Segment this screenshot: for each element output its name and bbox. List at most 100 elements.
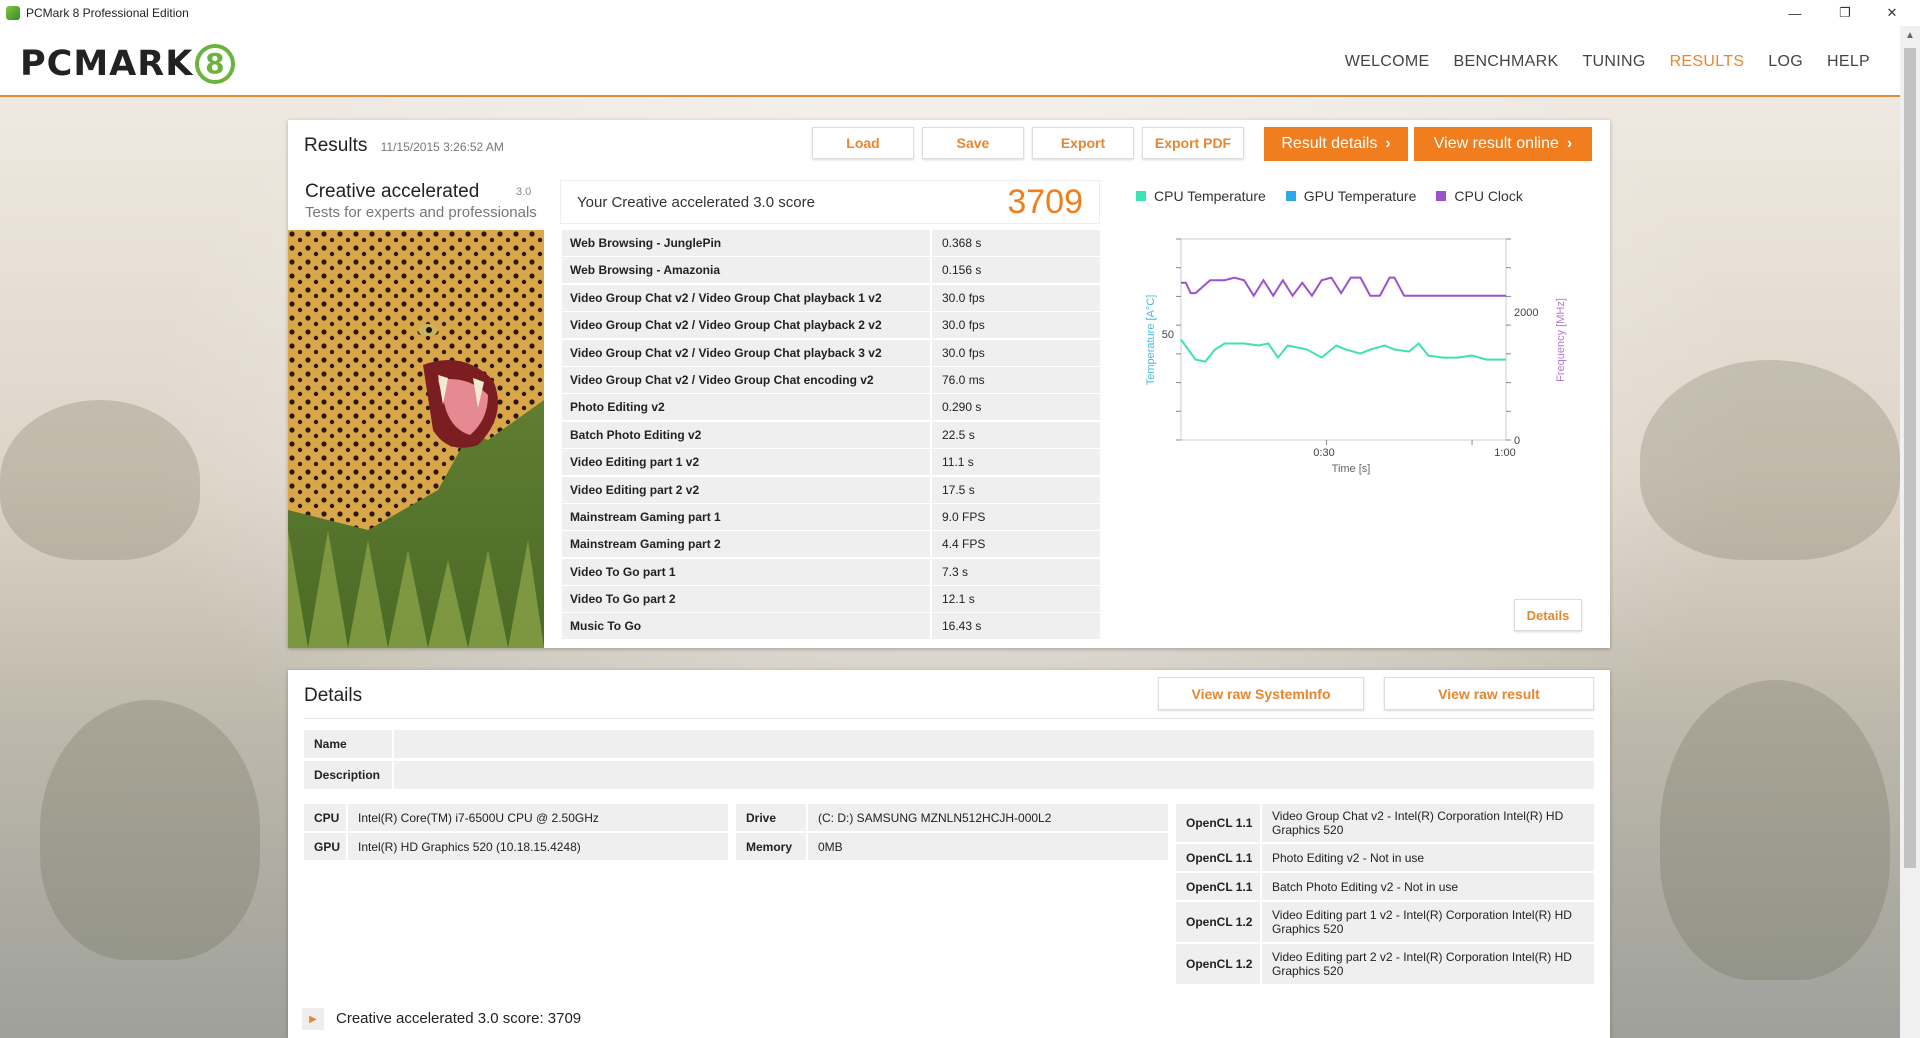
legend-gpu-temperature[interactable]: GPU Temperature <box>1285 188 1416 204</box>
results-table: Web Browsing - JunglePin 0.368 s Web Brows… <box>562 230 1100 641</box>
chart-legend: CPU Temperature GPU Temperature CPU Cloc… <box>1136 188 1543 204</box>
test-value-cell: 17.5 s <box>942 482 975 497</box>
opencl-label: OpenCL 1.1 <box>1176 873 1262 900</box>
gpu-row: GPU Intel(R) HD Graphics 520 (10.18.15.4… <box>304 833 728 860</box>
results-title-text: Results <box>304 135 368 156</box>
table-row: Video Group Chat v2 / Video Group Chat p… <box>562 339 1100 367</box>
legend-cpu-clock[interactable]: CPU Clock <box>1436 188 1523 204</box>
table-row: Video Group Chat v2 / Video Group Chat p… <box>562 312 1100 340</box>
test-value-cell: 0.156 s <box>942 263 982 278</box>
memory-row: Memory 0MB <box>736 833 1168 860</box>
y-right-tick: 0 <box>1514 435 1520 447</box>
test-value-cell: 7.3 s <box>942 564 969 579</box>
legend-cpu-temperature[interactable]: CPU Temperature <box>1136 188 1266 204</box>
view-raw-systeminfo-button[interactable]: View raw SystemInfo <box>1158 677 1364 710</box>
logo-text: PCMARK <box>20 44 194 84</box>
y-left-tick: 50 <box>1162 329 1174 341</box>
test-name-cell: Music To Go <box>562 613 932 640</box>
test-version: 3.0 <box>516 186 532 198</box>
restore-button[interactable]: ❐ <box>1822 0 1868 26</box>
opencl-row: OpenCL 1.2 Video Editing part 2 v2 - Int… <box>1176 944 1594 984</box>
table-row: Video To Go part 1 7.3 s <box>562 558 1100 586</box>
leopard-illustration <box>288 230 544 648</box>
plot-frame <box>1180 238 1507 441</box>
drive-label: Drive <box>736 804 808 831</box>
test-name-cell: Video Group Chat v2 / Video Group Chat p… <box>562 339 932 366</box>
results-timestamp: 11/15/2015 3:26:52 AM <box>380 140 504 154</box>
app-header: PCMARK 8 WELCOME BENCHMARK TUNING RESULT… <box>0 26 1900 97</box>
nav-log[interactable]: LOG <box>1768 53 1803 71</box>
opencl-row: OpenCL 1.1 Batch Photo Editing v2 - Not … <box>1176 873 1594 900</box>
chevron-right-icon: › <box>1566 135 1573 152</box>
close-icon: ✕ <box>1886 5 1898 20</box>
test-name-cell: Web Browsing - JunglePin <box>562 230 932 256</box>
nav-tuning[interactable]: TUNING <box>1582 53 1645 71</box>
y-right-tick: 2000 <box>1514 307 1538 319</box>
close-button[interactable]: ✕ <box>1872 0 1912 26</box>
nav-welcome[interactable]: WELCOME <box>1345 53 1430 71</box>
result-details-button[interactable]: Result details › <box>1264 127 1408 161</box>
view-result-online-button[interactable]: View result online › <box>1414 127 1592 161</box>
window-titlebar: PCMark 8 Professional Edition <box>0 0 1920 26</box>
test-name-cell: Video To Go part 1 <box>562 558 932 585</box>
opencl-value: Video Editing part 2 v2 - Intel(R) Corpo… <box>1272 950 1572 978</box>
description-row: Description <box>304 761 1594 789</box>
chevron-right-icon: › <box>1385 135 1391 152</box>
save-button[interactable]: Save <box>922 127 1024 159</box>
main-nav: WELCOME BENCHMARK TUNING RESULTS LOG HEL… <box>1321 26 1870 97</box>
table-row: Video Group Chat v2 / Video Group Chat e… <box>562 366 1100 394</box>
legend-label: CPU Clock <box>1454 188 1523 204</box>
background-tree <box>40 700 260 960</box>
gpu-label: GPU <box>304 833 348 860</box>
details-panel: Details View raw SystemInfo View raw res… <box>288 670 1610 1038</box>
table-row: Video Group Chat v2 / Video Group Chat p… <box>562 284 1100 312</box>
scroll-up-icon[interactable]: ▲ <box>1900 26 1920 46</box>
description-label: Description <box>304 761 394 789</box>
gpu-value: Intel(R) HD Graphics 520 (10.18.15.4248) <box>358 839 581 854</box>
background-tree <box>1640 360 1900 560</box>
score-summary[interactable]: Creative accelerated 3.0 score: 3709 <box>336 1010 581 1027</box>
memory-value: 0MB <box>818 839 843 854</box>
scrollbar-thumb[interactable] <box>1904 48 1916 868</box>
test-value-cell: 22.5 s <box>942 427 975 442</box>
y-right-axis-label: Frequency [MHz] <box>1555 298 1567 382</box>
load-button[interactable]: Load <box>812 127 914 159</box>
description-value <box>394 761 1594 789</box>
test-name-cell: Mainstream Gaming part 2 <box>562 531 932 558</box>
score-box: Your Creative accelerated 3.0 score 3709 <box>560 180 1100 224</box>
caret-right-icon: ▶ <box>309 1013 317 1025</box>
logo-mark: 8 <box>195 44 236 84</box>
test-value-cell: 30.0 fps <box>942 318 985 333</box>
test-subtitle: Tests for experts and professionals <box>305 204 537 221</box>
table-row: Music To Go 16.43 s <box>562 613 1100 641</box>
table-row: Video Editing part 2 v2 17.5 s <box>562 476 1100 504</box>
opencl-row: OpenCL 1.1 Photo Editing v2 - Not in use <box>1176 844 1594 871</box>
test-name-cell: Batch Photo Editing v2 <box>562 421 932 448</box>
name-value <box>394 730 1594 758</box>
results-title: Results 11/15/2015 3:26:52 AM <box>304 135 504 157</box>
test-value-cell: 11.1 s <box>942 455 974 470</box>
score-label: Your Creative accelerated 3.0 score <box>577 193 815 211</box>
x-axis-label: Time [s] <box>1332 463 1371 475</box>
test-name-cell: Video Group Chat v2 / Video Group Chat e… <box>562 366 932 393</box>
legend-label: CPU Temperature <box>1154 188 1266 204</box>
nav-results[interactable]: RESULTS <box>1670 53 1745 71</box>
export-button[interactable]: Export <box>1032 127 1134 159</box>
expand-toggle[interactable]: ▶ <box>302 1008 324 1030</box>
minimize-button[interactable]: — <box>1772 0 1818 26</box>
view-raw-result-button[interactable]: View raw result <box>1384 677 1594 710</box>
test-value-cell: 0.368 s <box>942 236 982 250</box>
opencl-value: Video Editing part 1 v2 - Intel(R) Corpo… <box>1272 908 1572 936</box>
export-pdf-button[interactable]: Export PDF <box>1142 127 1244 159</box>
opencl-label: OpenCL 1.2 <box>1176 944 1262 984</box>
nav-benchmark[interactable]: BENCHMARK <box>1454 53 1559 71</box>
opencl-value: Video Group Chat v2 - Intel(R) Corporati… <box>1272 809 1564 837</box>
test-name-cell: Video Editing part 2 v2 <box>562 476 932 503</box>
x-tick: 1:00 <box>1494 447 1515 459</box>
nav-help[interactable]: HELP <box>1827 53 1870 71</box>
table-row: Photo Editing v2 0.290 s <box>562 394 1100 422</box>
cpu-row: CPU Intel(R) Core(TM) i7-6500U CPU @ 2.5… <box>304 804 728 831</box>
background-tree <box>0 400 200 560</box>
test-name-cell: Video Group Chat v2 / Video Group Chat p… <box>562 312 932 339</box>
chart-details-button[interactable]: Details <box>1514 599 1582 631</box>
